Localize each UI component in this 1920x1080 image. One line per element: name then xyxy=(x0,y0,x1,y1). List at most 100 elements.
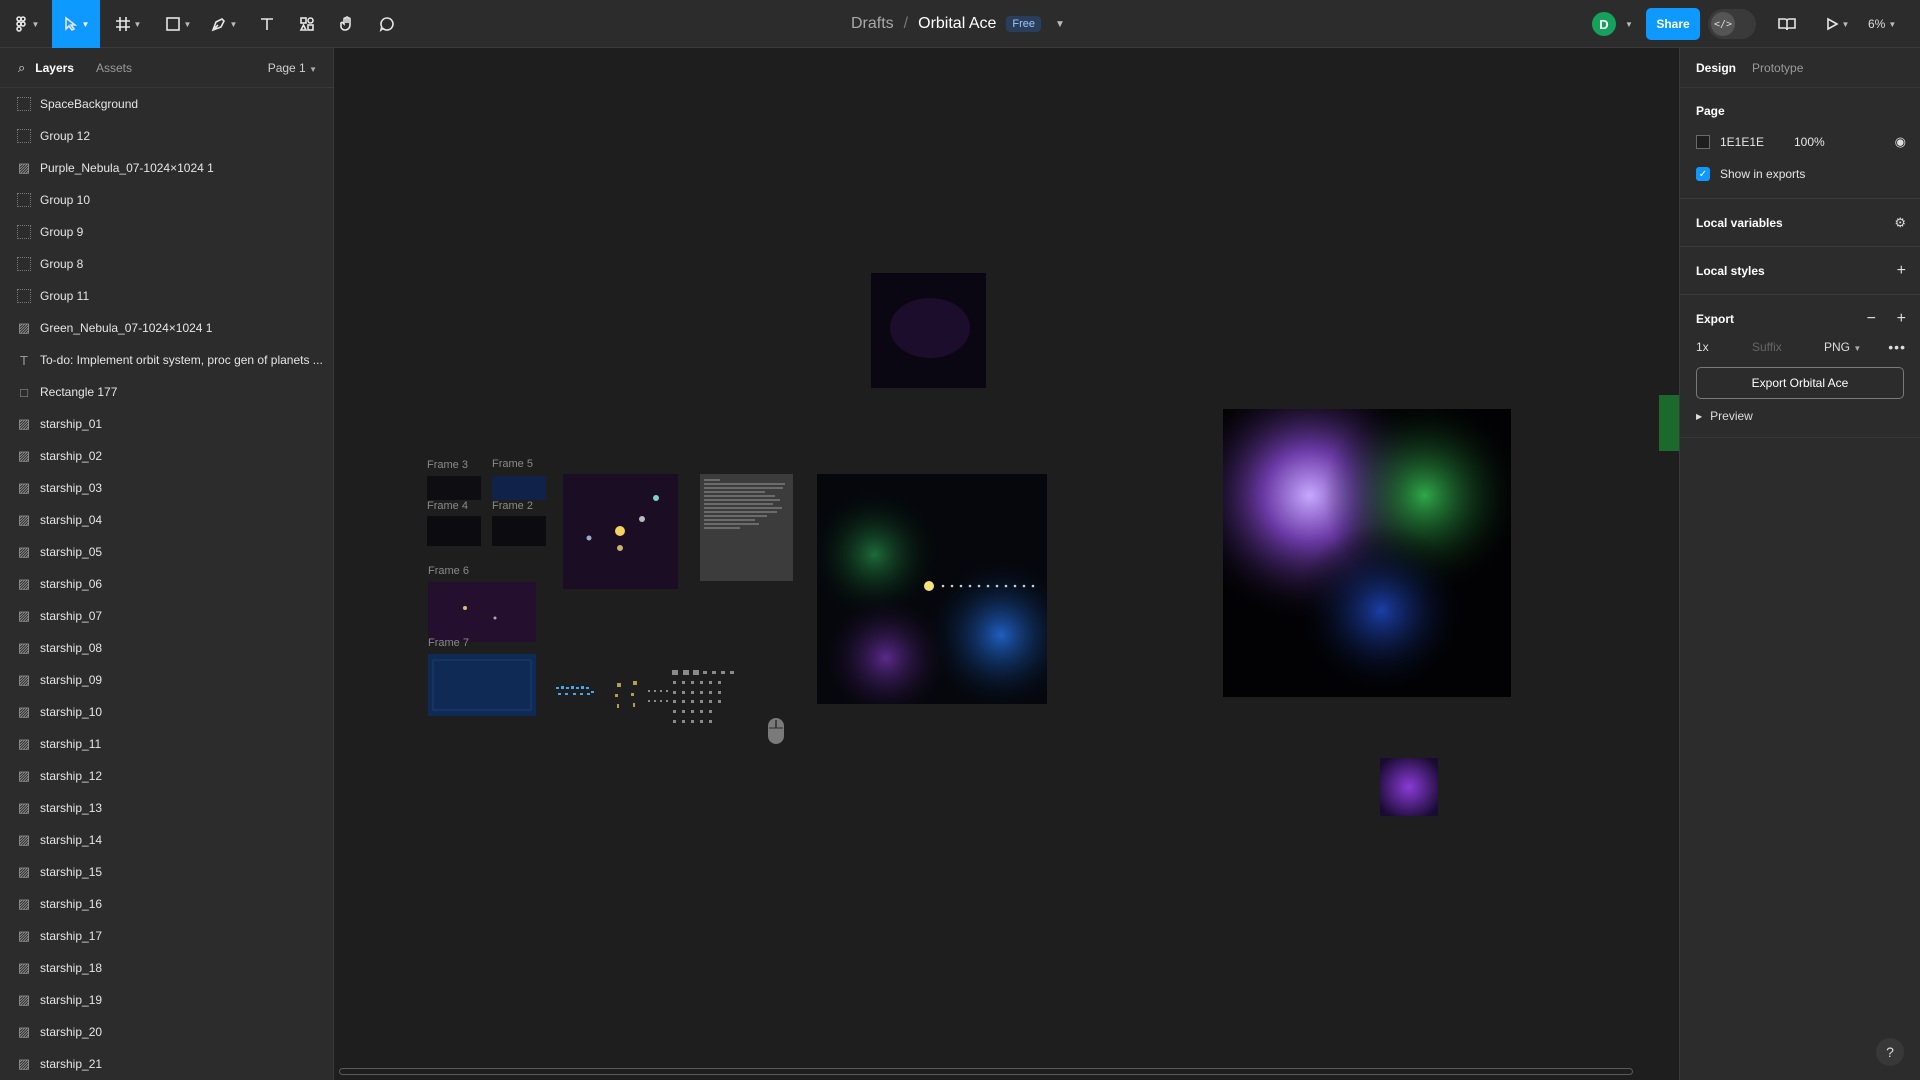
add-style-plus-icon[interactable]: + xyxy=(1897,262,1906,280)
frame-label[interactable]: Frame 3 xyxy=(427,459,468,471)
help-button[interactable]: ? xyxy=(1876,1038,1904,1066)
frame-4-thumbnail[interactable] xyxy=(427,516,481,546)
layer-row[interactable]: ▨ starship_13 xyxy=(0,792,333,824)
frame-label[interactable]: Frame 6 xyxy=(428,565,469,577)
layer-row[interactable]: ▨ starship_03 xyxy=(0,472,333,504)
layer-row[interactable]: ▨ starship_18 xyxy=(0,952,333,984)
layer-row[interactable]: ▨ starship_17 xyxy=(0,920,333,952)
more-options-icon[interactable]: ••• xyxy=(1888,339,1906,355)
mouse-sprite[interactable] xyxy=(768,718,784,744)
show-in-exports-row[interactable]: ✓ Show in exports xyxy=(1680,158,1920,190)
preview-toggle[interactable]: ▶ Preview xyxy=(1680,409,1920,423)
text-tool-button[interactable] xyxy=(252,0,282,48)
frame-3-thumbnail[interactable] xyxy=(427,476,481,500)
tab-design[interactable]: Design xyxy=(1696,61,1736,75)
frame-2-thumbnail[interactable] xyxy=(492,516,546,546)
tab-prototype[interactable]: Prototype xyxy=(1752,61,1803,75)
layer-row[interactable]: ▨ starship_04 xyxy=(0,504,333,536)
page-selector[interactable]: Page 1 ▼ xyxy=(268,61,317,75)
zoom-menu[interactable]: 6% ▼ xyxy=(1868,0,1896,48)
eye-icon[interactable]: ◉ xyxy=(1895,134,1906,150)
checkbox-checked-icon[interactable]: ✓ xyxy=(1696,167,1710,181)
share-button[interactable]: Share xyxy=(1646,8,1700,40)
file-name[interactable]: Orbital Ace xyxy=(918,15,996,33)
frame-7-thumbnail[interactable] xyxy=(428,654,536,716)
layer-row[interactable]: ▨ starship_06 xyxy=(0,568,333,600)
layer-row[interactable]: ▨ starship_21 xyxy=(0,1048,333,1080)
layer-row[interactable]: ▨ starship_14 xyxy=(0,824,333,856)
frame-label[interactable]: Frame 5 xyxy=(492,458,533,470)
breadcrumb-drafts-link[interactable]: Drafts xyxy=(851,15,894,33)
layer-row[interactable]: ▨ starship_11 xyxy=(0,728,333,760)
search-icon[interactable]: ⌕ xyxy=(18,60,25,76)
add-export-plus-icon[interactable]: + xyxy=(1897,310,1906,328)
layer-row[interactable]: ▨ starship_08 xyxy=(0,632,333,664)
chevron-down-icon: ▼ xyxy=(31,19,40,29)
small-purple-nebula-image[interactable] xyxy=(1380,758,1438,816)
export-scale[interactable]: 1x xyxy=(1696,340,1752,354)
frame-label[interactable]: Frame 7 xyxy=(428,637,469,649)
layer-row[interactable]: ▨ starship_02 xyxy=(0,440,333,472)
move-tool-button[interactable]: ▼ xyxy=(52,0,100,48)
page-opacity[interactable]: 100% xyxy=(1794,135,1825,149)
frame-nebula-system[interactable] xyxy=(817,474,1047,704)
layer-name: starship_19 xyxy=(40,993,103,1007)
layer-row[interactable]: ▨ starship_20 xyxy=(0,1016,333,1048)
remove-export-minus-icon[interactable]: − xyxy=(1867,310,1876,328)
horizontal-scrollbar[interactable] xyxy=(339,1068,1633,1075)
layer-row[interactable]: Group 11 xyxy=(0,280,333,312)
layer-row[interactable]: ▨ starship_15 xyxy=(0,856,333,888)
present-button[interactable]: ▼ xyxy=(1820,0,1854,48)
variables-sliders-icon[interactable]: ⚙ xyxy=(1894,215,1906,231)
avatar[interactable]: D xyxy=(1592,12,1616,36)
frame-label[interactable]: Frame 2 xyxy=(492,500,533,512)
dev-mode-toggle[interactable]: </> xyxy=(1708,9,1756,39)
library-button[interactable] xyxy=(1774,0,1800,48)
color-swatch[interactable] xyxy=(1696,135,1710,149)
layer-row[interactable]: SpaceBackground xyxy=(0,88,333,120)
frame-todo-note[interactable] xyxy=(700,474,793,581)
layer-row[interactable]: □ Rectangle 177 xyxy=(0,376,333,408)
layer-row[interactable]: ▨ starship_05 xyxy=(0,536,333,568)
layer-row[interactable]: ▨ Green_Nebula_07-1024×1024 1 xyxy=(0,312,333,344)
layer-row[interactable]: T To-do: Implement orbit system, proc gen… xyxy=(0,344,333,376)
layer-row[interactable]: ▨ starship_01 xyxy=(0,408,333,440)
pen-tool-button[interactable]: ▼ xyxy=(206,0,242,48)
frame-5-thumbnail[interactable] xyxy=(492,476,546,500)
layer-row[interactable]: Group 8 xyxy=(0,248,333,280)
avatar-chevron-down-icon[interactable]: ▼ xyxy=(1625,20,1633,29)
layer-row[interactable]: Group 10 xyxy=(0,184,333,216)
resources-tool-button[interactable] xyxy=(292,0,322,48)
hand-tool-button[interactable] xyxy=(332,0,362,48)
local-variables-section[interactable]: Local variables ⚙ xyxy=(1680,199,1920,247)
frame-6-thumbnail[interactable] xyxy=(428,582,536,642)
canvas[interactable]: Frame 3 Frame 5 Frame 4 Frame 2 Frame 6 … xyxy=(335,48,1679,1080)
layer-row[interactable]: Group 12 xyxy=(0,120,333,152)
export-suffix-input[interactable]: Suffix xyxy=(1752,340,1824,354)
frame-top-purple[interactable] xyxy=(871,273,986,388)
export-format-select[interactable]: PNG ▼ xyxy=(1824,340,1861,354)
frame-label[interactable]: Frame 4 xyxy=(427,500,468,512)
frame-tool-button[interactable]: ▼ xyxy=(110,0,146,48)
layer-row[interactable]: ▨ Purple_Nebula_07-1024×1024 1 xyxy=(0,152,333,184)
comment-tool-button[interactable] xyxy=(372,0,402,48)
layer-row[interactable]: Group 9 xyxy=(0,216,333,248)
layer-row[interactable]: ▨ starship_10 xyxy=(0,696,333,728)
shape-tool-button[interactable]: ▼ xyxy=(160,0,196,48)
main-menu-button[interactable]: ▼ xyxy=(10,0,42,48)
layer-row[interactable]: ▨ starship_19 xyxy=(0,984,333,1016)
layer-row[interactable]: ▨ starship_07 xyxy=(0,600,333,632)
tab-assets[interactable]: Assets xyxy=(96,61,132,75)
file-menu-chevron-icon[interactable]: ▼ xyxy=(1055,19,1065,30)
page-fill-row[interactable]: 1E1E1E 100% ◉ xyxy=(1680,126,1920,158)
purple-green-nebula-image[interactable] xyxy=(1223,409,1511,697)
green-nebula-edge-image[interactable] xyxy=(1659,395,1679,451)
frame-solar-system[interactable] xyxy=(563,474,678,589)
starship-sprites[interactable] xyxy=(556,670,734,723)
layer-row[interactable]: ▨ starship_09 xyxy=(0,664,333,696)
page-color-hex[interactable]: 1E1E1E xyxy=(1720,135,1794,149)
layer-row[interactable]: ▨ starship_12 xyxy=(0,760,333,792)
export-button[interactable]: Export Orbital Ace xyxy=(1696,367,1904,399)
layer-row[interactable]: ▨ starship_16 xyxy=(0,888,333,920)
tab-layers[interactable]: Layers xyxy=(35,61,74,75)
